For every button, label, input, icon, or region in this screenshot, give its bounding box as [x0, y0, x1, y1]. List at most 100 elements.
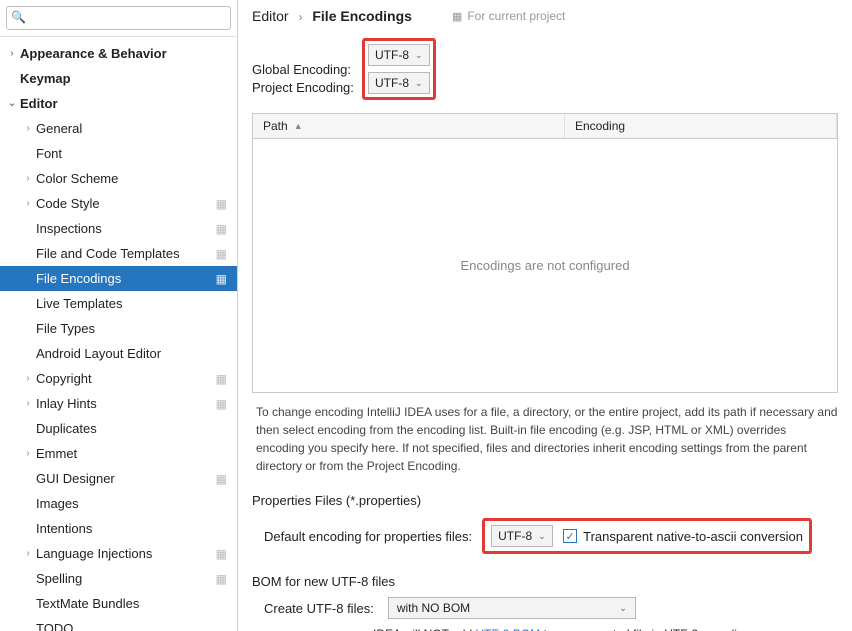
project-scope-icon: ▦ [216, 472, 227, 486]
global-encoding-value: UTF-8 [375, 48, 409, 62]
tree-item-copyright[interactable]: ›Copyright ▦ [0, 366, 237, 391]
project-scope-icon: ▦ [216, 372, 227, 386]
tree-item-file-types[interactable]: File Types [0, 316, 237, 341]
bom-description: IDEA will NOT add UTF-8 BOM to every cre… [238, 621, 852, 631]
transparent-ascii-checkbox[interactable]: ✓ Transparent native-to-ascii conversion [563, 529, 803, 544]
breadcrumb-root[interactable]: Editor [252, 8, 289, 24]
tree-item-emmet[interactable]: ›Emmet [0, 441, 237, 466]
tree-item-appearance-behavior[interactable]: ›Appearance & Behavior [0, 41, 237, 66]
column-header-path[interactable]: Path ▲ [253, 114, 565, 138]
chevron-right-icon: › [22, 173, 34, 184]
tree-item-language-injections[interactable]: ›Language Injections ▦ [0, 541, 237, 566]
project-scope-icon: ▦ [216, 397, 227, 411]
project-encoding-value: UTF-8 [375, 76, 409, 90]
project-icon: ▦ [452, 10, 462, 23]
chevron-down-icon: ⌄ [415, 78, 423, 89]
tree-item-label: TODO [36, 621, 73, 631]
bom-link[interactable]: UTF-8 BOM [475, 627, 540, 631]
tree-item-gui-designer[interactable]: GUI Designer ▦ [0, 466, 237, 491]
tree-item-android-layout-editor[interactable]: Android Layout Editor [0, 341, 237, 366]
chevron-down-icon: ⌄ [6, 98, 18, 109]
tree-item-label: Code Style [36, 196, 100, 211]
breadcrumb: Editor › File Encodings [252, 8, 412, 24]
properties-encoding-value: UTF-8 [498, 529, 532, 543]
tree-item-label: Live Templates [36, 296, 122, 311]
project-scope-icon: ▦ [216, 197, 227, 211]
tree-item-inlay-hints[interactable]: ›Inlay Hints ▦ [0, 391, 237, 416]
column-header-encoding[interactable]: Encoding [565, 114, 837, 138]
tree-item-color-scheme[interactable]: ›Color Scheme [0, 166, 237, 191]
project-scope-icon: ▦ [216, 572, 227, 586]
tree-item-todo[interactable]: TODO [0, 616, 237, 631]
checkbox-checked-icon: ✓ [563, 529, 577, 543]
settings-tree: ›Appearance & BehaviorKeymap⌄Editor›Gene… [0, 37, 237, 631]
tree-item-textmate-bundles[interactable]: TextMate Bundles [0, 591, 237, 616]
global-encoding-select[interactable]: UTF-8 ⌄ [368, 44, 430, 66]
tree-item-file-encodings[interactable]: File Encodings ▦ [0, 266, 237, 291]
settings-sidebar: 🔍 ›Appearance & BehaviorKeymap⌄Editor›Ge… [0, 0, 238, 631]
project-scope-indicator: ▦ For current project [452, 9, 565, 23]
chevron-right-icon: › [22, 373, 34, 384]
project-scope-icon: ▦ [216, 222, 227, 236]
tree-item-label: Emmet [36, 446, 77, 461]
search-input[interactable] [6, 6, 231, 30]
project-scope-label: For current project [467, 9, 565, 23]
properties-encoding-select[interactable]: UTF-8 ⌄ [491, 525, 553, 547]
properties-section-title: Properties Files (*.properties) [238, 479, 852, 510]
tree-item-label: File Encodings [36, 271, 121, 286]
tree-item-label: File Types [36, 321, 95, 336]
tree-item-live-templates[interactable]: Live Templates [0, 291, 237, 316]
tree-item-label: Intentions [36, 521, 92, 536]
search-icon: 🔍 [11, 10, 26, 24]
tree-item-label: Appearance & Behavior [20, 46, 167, 61]
project-encoding-select[interactable]: UTF-8 ⌄ [368, 72, 430, 94]
tree-item-font[interactable]: Font [0, 141, 237, 166]
tree-item-label: General [36, 121, 82, 136]
tree-item-editor[interactable]: ⌄Editor [0, 91, 237, 116]
bom-create-label: Create UTF-8 files: [264, 601, 374, 616]
tree-item-inspections[interactable]: Inspections▦ [0, 216, 237, 241]
tree-item-label: Images [36, 496, 79, 511]
tree-item-label: Language Injections [36, 546, 152, 561]
chevron-down-icon: ⌄ [538, 531, 546, 542]
tree-item-label: Copyright [36, 371, 92, 386]
tree-item-label: Color Scheme [36, 171, 118, 186]
tree-item-file-and-code-templates[interactable]: File and Code Templates ▦ [0, 241, 237, 266]
breadcrumb-current: File Encodings [312, 8, 412, 24]
bom-select[interactable]: with NO BOM ⌄ [388, 597, 636, 619]
tree-item-label: Inlay Hints [36, 396, 97, 411]
search-container: 🔍 [0, 0, 237, 37]
highlight-box-encodings: UTF-8 ⌄ UTF-8 ⌄ [362, 38, 436, 100]
tree-item-label: File and Code Templates [36, 246, 180, 261]
tree-item-images[interactable]: Images [0, 491, 237, 516]
properties-encoding-label: Default encoding for properties files: [264, 529, 472, 544]
project-encoding-label: Project Encoding: [252, 80, 362, 95]
tree-item-general[interactable]: ›General [0, 116, 237, 141]
sort-asc-icon: ▲ [294, 121, 303, 131]
global-encoding-label: Global Encoding: [252, 62, 362, 77]
bom-select-value: with NO BOM [397, 601, 470, 615]
tree-item-label: TextMate Bundles [36, 596, 139, 611]
project-scope-icon: ▦ [216, 247, 227, 261]
tree-item-label: Spelling [36, 571, 82, 586]
tree-item-label: Keymap [20, 71, 71, 86]
project-scope-icon: ▦ [216, 272, 227, 286]
tree-item-spelling[interactable]: Spelling ▦ [0, 566, 237, 591]
table-empty-state: Encodings are not configured [253, 139, 837, 392]
chevron-right-icon: › [22, 123, 34, 134]
tree-item-label: GUI Designer [36, 471, 115, 486]
tree-item-label: Duplicates [36, 421, 97, 436]
tree-item-code-style[interactable]: ›Code Style▦ [0, 191, 237, 216]
tree-item-label: Editor [20, 96, 58, 111]
project-scope-icon: ▦ [216, 547, 227, 561]
chevron-right-icon: › [22, 398, 34, 409]
tree-item-duplicates[interactable]: Duplicates [0, 416, 237, 441]
breadcrumb-separator: › [298, 10, 302, 24]
chevron-right-icon: › [22, 548, 34, 559]
page-header: Editor › File Encodings ▦ For current pr… [238, 0, 852, 34]
chevron-right-icon: › [6, 48, 18, 59]
tree-item-keymap[interactable]: Keymap [0, 66, 237, 91]
tree-item-intentions[interactable]: Intentions [0, 516, 237, 541]
chevron-down-icon: ⌄ [415, 50, 423, 61]
chevron-right-icon: › [22, 448, 34, 459]
